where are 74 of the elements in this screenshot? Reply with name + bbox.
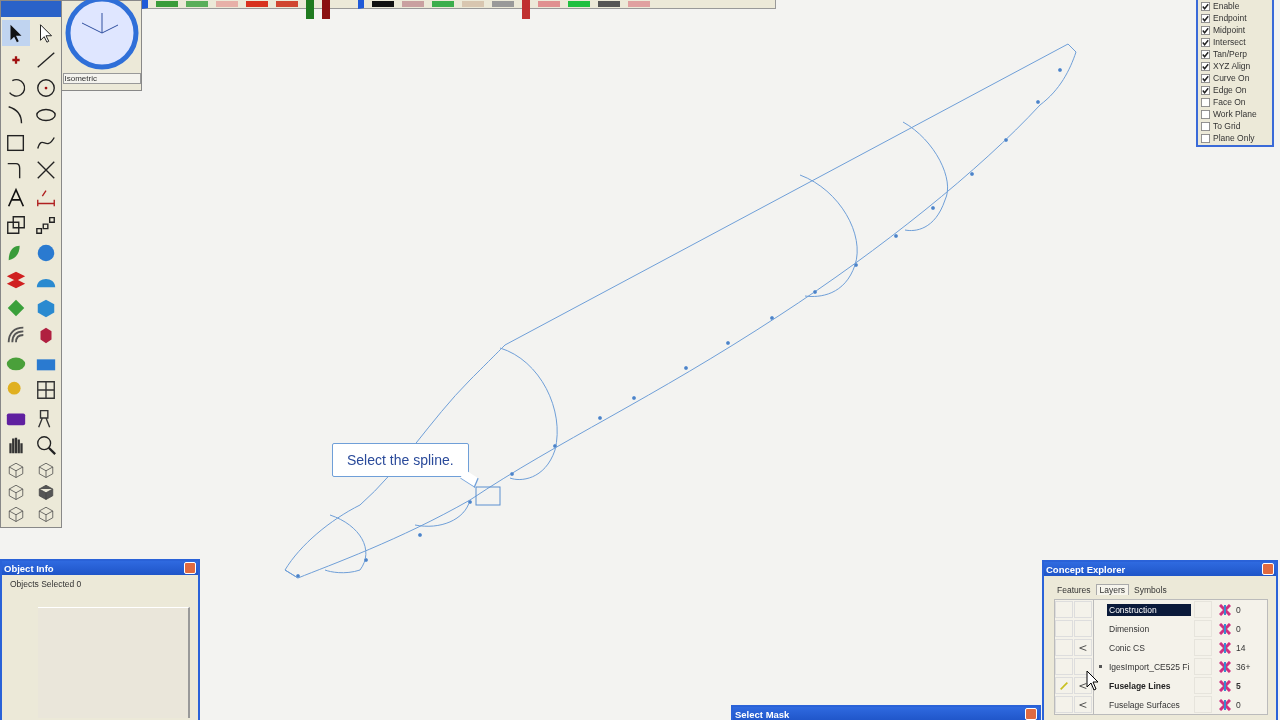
close-icon[interactable] [1262,563,1274,575]
layer-count: 0 [1236,604,1241,615]
checkbox[interactable] [1201,13,1210,23]
layer-count: 5 [1236,680,1241,691]
checkbox[interactable] [1201,61,1210,71]
close-icon[interactable] [1025,708,1037,720]
window-title: Concept Explorer [1046,563,1126,575]
color-icon[interactable] [1219,641,1231,654]
tab[interactable]: Layers [1095,584,1130,595]
checkbox[interactable] [1201,1,1210,11]
pick-box [475,486,501,506]
layer-name[interactable]: Dimension [1107,622,1191,635]
view-field[interactable]: Isometric [62,73,141,84]
layer-count: 0 [1236,623,1241,634]
arrowhead-icon [1078,699,1088,710]
edit-cell[interactable] [1055,658,1073,675]
checkbox-label[interactable]: Face On [1213,97,1246,107]
expand-icon[interactable] [1098,665,1102,668]
checkbox-label[interactable]: Curve On [1213,73,1250,83]
color-icon[interactable] [1219,679,1231,692]
checkbox-label[interactable]: Enable [1213,1,1240,11]
view-orientation-icon[interactable] [63,0,140,71]
checkbox-label[interactable]: Endpoint [1213,13,1247,23]
arrowhead-icon [1078,680,1088,691]
checkbox-label[interactable]: Midpoint [1213,25,1246,35]
pencil-icon [1059,680,1069,691]
edit-cell[interactable] [1055,639,1073,656]
checkbox-label[interactable]: To Grid [1213,121,1241,131]
arrowhead-icon [1078,642,1088,653]
close-icon[interactable] [184,562,196,574]
layer-count: 14 [1236,642,1246,653]
checkbox-label[interactable]: Plane Only [1213,133,1255,143]
checkbox-label[interactable]: Intersect [1213,37,1246,47]
checkbox[interactable] [1201,97,1210,107]
window-title: Select Mask [735,708,790,720]
checkbox[interactable] [1201,109,1210,119]
visibility-cell[interactable] [1074,639,1092,656]
edit-cell[interactable] [1055,620,1073,637]
visibility-cell[interactable] [1074,601,1092,618]
checkbox-label[interactable]: Work Plane [1213,109,1257,119]
visibility-cell[interactable] [1074,696,1092,713]
edit-cell[interactable] [1055,601,1073,618]
layer-count: 36+ [1236,661,1251,672]
color-icon[interactable] [1219,603,1231,616]
color-icon[interactable] [1219,622,1231,635]
edit-cell[interactable] [1055,677,1073,694]
cursor-icon [1086,670,1100,692]
layer-name[interactable]: Fuselage Surfaces [1107,698,1191,711]
layer-count: 0 [1236,699,1241,710]
swatch-cell[interactable] [1194,696,1212,713]
color-icon[interactable] [1219,698,1231,711]
layer-name[interactable]: Conic CS [1107,641,1191,654]
tab[interactable]: Symbols [1131,584,1170,595]
checkbox[interactable] [1201,49,1210,59]
visibility-cell[interactable] [1074,620,1092,637]
checkbox[interactable] [1201,25,1210,35]
color-icon[interactable] [1219,660,1231,673]
checkbox-label[interactable]: XYZ Align [1213,61,1251,71]
checkbox[interactable] [1201,37,1210,47]
tab[interactable]: Features [1054,584,1094,595]
checkbox[interactable] [1201,73,1210,83]
checkbox[interactable] [1201,133,1210,143]
layer-name[interactable]: IgesImport_CE525 Fi [1107,660,1191,673]
layer-name[interactable]: Construction [1107,603,1191,616]
swatch-cell[interactable] [1194,601,1212,618]
window-title: Object Info [4,562,54,574]
edit-cell[interactable] [1055,696,1073,713]
layer-name[interactable]: Fuselage Lines [1107,679,1191,692]
checkbox[interactable] [1201,85,1210,95]
selection-summary: Objects Selected 0 [10,579,83,589]
checkbox[interactable] [1201,121,1210,131]
checkbox-label[interactable]: Tan/Perp [1213,49,1248,59]
palette-title-bar [1,1,61,17]
checkbox-label[interactable]: Edge On [1213,85,1247,95]
